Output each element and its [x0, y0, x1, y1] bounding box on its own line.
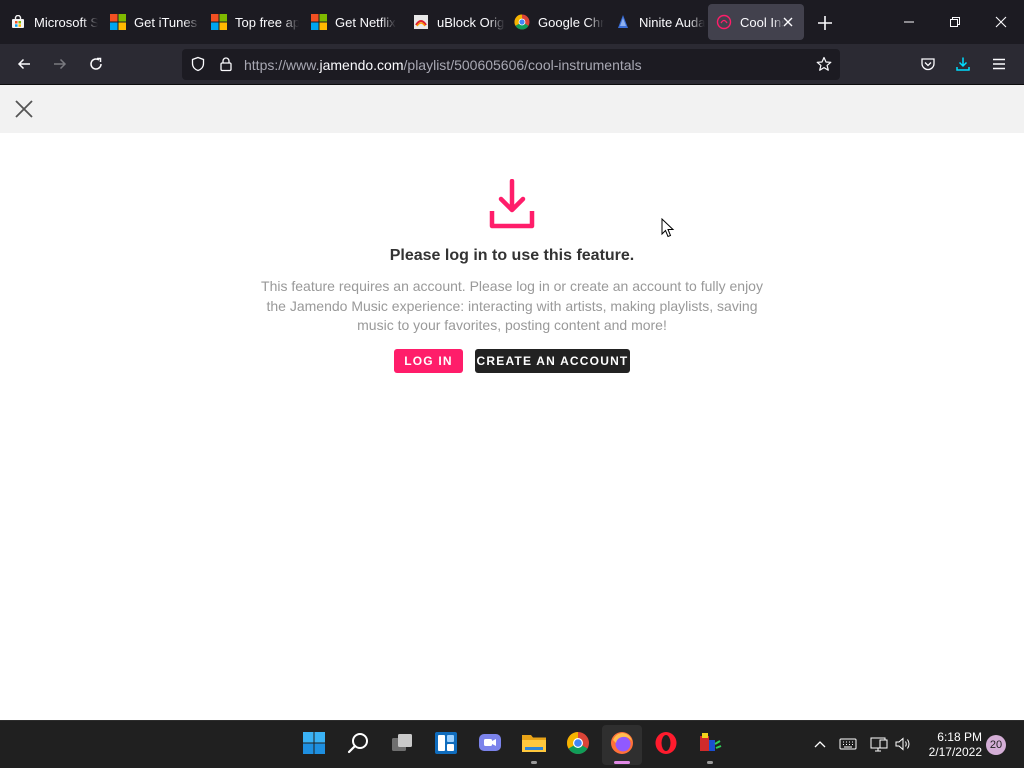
url-domain: jamendo.com: [319, 57, 404, 73]
url-path: /playlist/500605606/cool-instrumentals: [403, 57, 642, 73]
notification-badge[interactable]: 20: [986, 735, 1006, 755]
start-button[interactable]: [294, 725, 334, 765]
forward-button[interactable]: [45, 50, 75, 78]
restore-button[interactable]: [932, 0, 978, 44]
lock-icon[interactable]: [218, 56, 234, 72]
tab-title: Top free apps: [235, 14, 299, 30]
tab-strip: Microsoft Store Get iTunes - Microsoft S…: [0, 0, 1024, 44]
bookmark-star-icon[interactable]: [816, 56, 832, 72]
start-icon: [302, 731, 326, 760]
back-button[interactable]: [9, 50, 39, 78]
show-hidden-icons-chevron-icon[interactable]: [811, 735, 829, 753]
new-tab-button[interactable]: [814, 12, 836, 34]
jamendo-icon: [716, 14, 732, 30]
navigation-toolbar: https://www.jamendo.com/playlist/5006056…: [0, 44, 1024, 85]
page-description: This feature requires an account. Please…: [261, 278, 763, 333]
tab-cool-instrumentals[interactable]: Cool Instrumentals: [708, 4, 804, 40]
chrome-icon: [566, 731, 590, 760]
create-account-button[interactable]: CREATE AN ACCOUNT: [475, 349, 630, 373]
network-icon[interactable]: [870, 735, 888, 753]
tab-title: Google Chrome: [538, 14, 604, 30]
tab-close-icon[interactable]: [780, 14, 796, 30]
widgets-button[interactable]: [426, 725, 466, 765]
store-bag-icon: [10, 14, 26, 30]
login-button[interactable]: LOG IN: [394, 349, 463, 373]
file-explorer-icon: [521, 731, 547, 760]
search-button[interactable]: [338, 725, 378, 765]
task-view-button[interactable]: [382, 725, 422, 765]
running-indicator: [614, 761, 630, 764]
microsoft-logo-icon: [311, 14, 327, 30]
tab-ninite-audacity[interactable]: Ninite Audacity: [607, 4, 705, 40]
microsoft-logo-icon: [110, 14, 126, 30]
url-text[interactable]: https://www.jamendo.com/playlist/5006056…: [244, 57, 642, 73]
opera-button[interactable]: [646, 725, 686, 765]
widgets-icon: [434, 731, 458, 760]
chrome-button[interactable]: [558, 725, 598, 765]
taskbar: 6:18 PM 2/17/2022 20: [0, 720, 1024, 768]
close-window-button[interactable]: [978, 0, 1024, 44]
downloads-button[interactable]: [948, 50, 978, 78]
microsoft-logo-icon: [211, 14, 227, 30]
mouse-cursor-icon: [661, 217, 675, 238]
page-title: Please log in to use this feature.: [389, 247, 635, 264]
running-indicator: [707, 761, 713, 764]
tab-title: Cool Instrumentals: [740, 14, 784, 30]
volume-icon[interactable]: [894, 735, 912, 753]
task-view-icon: [390, 731, 414, 760]
ninite-icon: [615, 14, 631, 30]
opera-icon: [654, 731, 678, 760]
pocket-button[interactable]: [913, 50, 943, 78]
system-clock[interactable]: 6:18 PM 2/17/2022: [922, 730, 982, 760]
chat-button[interactable]: [470, 725, 510, 765]
firefox-icon: [610, 731, 634, 760]
url-prefix: https://www.: [244, 57, 320, 73]
tab-title: Microsoft Store: [34, 14, 98, 30]
tab-top-free-apps[interactable]: Top free apps: [203, 4, 299, 40]
tab-google-chrome[interactable]: Google Chrome: [506, 4, 604, 40]
tab-title: uBlock Origin: [437, 14, 505, 30]
tab-ublock-origin[interactable]: uBlock Origin: [405, 4, 505, 40]
reload-button[interactable]: [81, 50, 111, 78]
tab-title: Get iTunes - Microsoft Store: [134, 14, 200, 30]
login-required-panel: Please log in to use this feature. This …: [0, 133, 1024, 720]
tab-get-netflix[interactable]: Get Netflix: [303, 4, 401, 40]
file-explorer-button[interactable]: [514, 725, 554, 765]
close-icon[interactable]: [12, 97, 36, 121]
search-icon: [346, 731, 370, 760]
tab-title: Ninite Audacity: [639, 14, 705, 30]
ublock-icon: [413, 14, 429, 30]
chat-icon: [478, 731, 502, 760]
minimize-button[interactable]: [886, 0, 932, 44]
tab-get-itunes[interactable]: Get iTunes - Microsoft Store: [102, 4, 200, 40]
app-button[interactable]: [690, 725, 730, 765]
tracking-shield-icon[interactable]: [190, 56, 206, 72]
chrome-icon: [514, 14, 530, 30]
app-icon: [698, 731, 722, 760]
keyboard-icon[interactable]: [839, 735, 857, 753]
url-bar[interactable]: https://www.jamendo.com/playlist/5006056…: [182, 49, 840, 80]
modal-header: [0, 85, 1024, 133]
menu-button[interactable]: [984, 50, 1014, 78]
firefox-button[interactable]: [602, 725, 642, 765]
clock-time: 6:18 PM: [937, 730, 982, 744]
running-indicator: [531, 761, 537, 764]
download-icon: [488, 178, 536, 231]
clock-date: 2/17/2022: [928, 745, 982, 759]
tab-microsoft-store[interactable]: Microsoft Store: [2, 4, 98, 40]
tab-title: Get Netflix: [335, 14, 396, 30]
